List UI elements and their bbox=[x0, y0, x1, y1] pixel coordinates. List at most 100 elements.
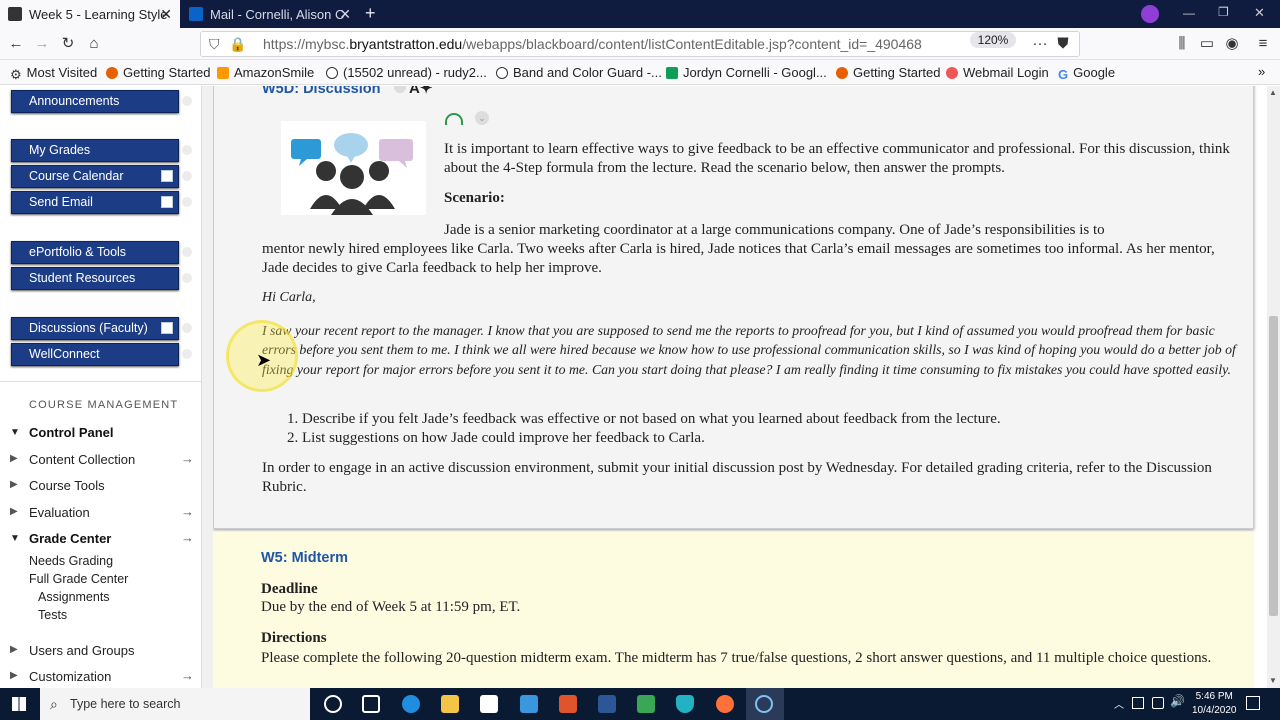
library-icon[interactable]: ⫼ bbox=[1172, 34, 1192, 54]
arrow-right-icon[interactable]: → bbox=[181, 530, 194, 545]
scroll-down-icon[interactable]: ▼ bbox=[1269, 676, 1277, 685]
bookmark-jordyn[interactable]: Jordyn Cornelli - Googl... bbox=[666, 65, 827, 80]
bookmark-google[interactable]: G Google bbox=[1058, 65, 1115, 82]
menu-icon[interactable]: ≡ bbox=[1253, 34, 1273, 54]
collapsed-arrow-icon[interactable]: ▶ bbox=[10, 453, 18, 464]
firefox-icon[interactable] bbox=[716, 695, 734, 713]
back-icon[interactable]: ← bbox=[6, 34, 26, 54]
close-icon[interactable]: ✕ bbox=[160, 6, 172, 23]
scenario-first-line: Jade is a senior marketing coordinator a… bbox=[444, 222, 1105, 238]
full-grade-center-link[interactable]: Full Grade Center bbox=[29, 572, 128, 586]
maximize-icon[interactable]: ❐ bbox=[1218, 5, 1229, 19]
evaluation-link[interactable]: Evaluation bbox=[29, 505, 90, 520]
close-icon[interactable]: ✕ bbox=[339, 6, 351, 23]
reload-icon[interactable]: ↻ bbox=[58, 34, 78, 54]
arrow-right-icon[interactable]: → bbox=[181, 451, 194, 466]
app-icon[interactable] bbox=[559, 695, 577, 713]
bookmark-getting-started-2[interactable]: Getting Started bbox=[836, 65, 940, 80]
menu-splitter[interactable] bbox=[201, 86, 213, 688]
arrow-right-icon[interactable]: → bbox=[181, 504, 194, 519]
menu-course-calendar[interactable]: Course Calendar bbox=[11, 165, 179, 188]
screen-recorder-icon[interactable] bbox=[755, 695, 773, 713]
options-icon[interactable] bbox=[394, 86, 406, 93]
menu-discussions[interactable]: Discussions (Faculty) bbox=[11, 317, 179, 340]
menu-dot[interactable] bbox=[182, 323, 192, 333]
menu-announcements[interactable]: Announcements bbox=[11, 90, 179, 113]
windows-start-icon[interactable] bbox=[12, 697, 26, 711]
page-actions-icon[interactable]: ··· bbox=[1030, 34, 1050, 54]
menu-dot[interactable] bbox=[182, 273, 192, 283]
tab-bar: Week 5 - Learning Style ✕ Mail - Cornell… bbox=[0, 0, 1280, 28]
minimize-icon[interactable]: — bbox=[1183, 6, 1195, 20]
window-close-icon[interactable]: ✕ bbox=[1254, 5, 1265, 21]
discussion-title-link[interactable]: W5D: Discussion bbox=[262, 86, 380, 97]
menu-send-email[interactable]: Send Email bbox=[11, 191, 179, 214]
course-tools-link[interactable]: Course Tools bbox=[29, 478, 105, 493]
content-collection-link[interactable]: Content Collection bbox=[29, 452, 135, 467]
system-clock[interactable]: 5:46 PM 10/4/2020 bbox=[1192, 690, 1237, 718]
grade-center-link[interactable]: Grade Center bbox=[29, 531, 111, 546]
cortana-icon[interactable] bbox=[324, 695, 342, 713]
new-tab-button[interactable]: + bbox=[365, 3, 376, 24]
menu-dot[interactable] bbox=[182, 349, 192, 359]
app-icon[interactable] bbox=[637, 695, 655, 713]
network-icon[interactable] bbox=[1132, 697, 1144, 709]
menu-eportfolio[interactable]: ePortfolio & Tools bbox=[11, 241, 179, 264]
bookmark-webmail[interactable]: Webmail Login bbox=[946, 65, 1049, 80]
bookmark-amazonsmile[interactable]: AmazonSmile bbox=[217, 65, 314, 80]
midterm-title-link[interactable]: W5: Midterm bbox=[261, 550, 348, 566]
menu-dot[interactable] bbox=[182, 145, 192, 155]
edge-icon[interactable] bbox=[402, 695, 420, 713]
home-icon[interactable]: ⌂ bbox=[84, 34, 104, 54]
collapsed-arrow-icon[interactable]: ▶ bbox=[10, 479, 18, 490]
bookmark-mail[interactable]: (15502 unread) - rudy2... bbox=[326, 65, 487, 80]
forward-icon[interactable]: → bbox=[32, 34, 52, 54]
account-icon[interactable]: ◉ bbox=[1222, 34, 1242, 54]
collapsed-arrow-icon[interactable]: ▶ bbox=[10, 670, 18, 681]
overflow-chevron-icon[interactable]: » bbox=[1258, 64, 1265, 79]
chevron-down-icon[interactable]: ⌄ bbox=[475, 111, 489, 125]
file-explorer-icon[interactable] bbox=[441, 695, 459, 713]
scroll-up-icon[interactable]: ▲ bbox=[1269, 88, 1277, 97]
store-icon[interactable] bbox=[480, 695, 498, 713]
menu-dot[interactable] bbox=[182, 197, 192, 207]
battery-icon[interactable] bbox=[1152, 697, 1164, 709]
pocket-icon[interactable]: ⛊ bbox=[1053, 34, 1073, 54]
menu-dot[interactable] bbox=[182, 96, 192, 106]
arrow-right-icon[interactable]: → bbox=[181, 668, 194, 683]
tests-link[interactable]: Tests bbox=[38, 608, 67, 622]
menu-my-grades[interactable]: My Grades bbox=[11, 139, 179, 162]
task-view-icon[interactable] bbox=[362, 695, 380, 713]
adaptive-release-icon[interactable]: A✦ bbox=[409, 86, 432, 97]
menu-dot[interactable] bbox=[182, 171, 192, 181]
customization-link[interactable]: Customization bbox=[29, 669, 111, 684]
control-panel-label[interactable]: Control Panel bbox=[29, 425, 114, 440]
word-icon[interactable] bbox=[598, 695, 616, 713]
taskbar-search[interactable]: ⌕ Type here to search bbox=[40, 688, 310, 720]
users-and-groups-link[interactable]: Users and Groups bbox=[29, 643, 135, 658]
collapsed-arrow-icon[interactable]: ▶ bbox=[10, 644, 18, 655]
notifications-icon[interactable] bbox=[1246, 696, 1260, 710]
vpn-icon[interactable] bbox=[676, 695, 694, 713]
volume-icon[interactable]: 🔊 bbox=[1170, 694, 1185, 708]
tray-chevron-icon[interactable]: ︿ bbox=[1114, 696, 1124, 711]
mail-icon[interactable] bbox=[520, 695, 538, 713]
bookmark-band[interactable]: Band and Color Guard -... bbox=[496, 65, 662, 80]
menu-dot[interactable] bbox=[182, 247, 192, 257]
menu-student-resources[interactable]: Student Resources bbox=[11, 267, 179, 290]
bookmark-getting-started[interactable]: Getting Started bbox=[106, 65, 210, 80]
expanded-arrow-icon[interactable]: ▼ bbox=[10, 533, 20, 544]
expanded-arrow-icon[interactable]: ▼ bbox=[10, 427, 20, 438]
bookmark-most-visited[interactable]: ⚙ Most Visited bbox=[10, 65, 97, 82]
tab-week5[interactable]: Week 5 - Learning Style ✕ bbox=[0, 0, 180, 28]
tab-mail[interactable]: Mail - Cornelli, Alison C ✕ bbox=[181, 0, 359, 28]
scrollbar-thumb[interactable] bbox=[1269, 316, 1278, 616]
needs-grading-link[interactable]: Needs Grading bbox=[29, 554, 113, 568]
url-bar[interactable]: ⛉ 🔒 https://mybsc.bryantstratton.edu/web… bbox=[200, 31, 1080, 57]
menu-wellconnect[interactable]: WellConnect bbox=[11, 343, 179, 366]
sidebar-toggle-icon[interactable]: ▭ bbox=[1197, 34, 1217, 54]
collapsed-arrow-icon[interactable]: ▶ bbox=[10, 506, 18, 517]
zoom-indicator[interactable]: 120% bbox=[970, 32, 1016, 48]
page-scrollbar[interactable]: ▲ ▼ bbox=[1267, 86, 1280, 688]
assignments-link[interactable]: Assignments bbox=[38, 590, 110, 604]
